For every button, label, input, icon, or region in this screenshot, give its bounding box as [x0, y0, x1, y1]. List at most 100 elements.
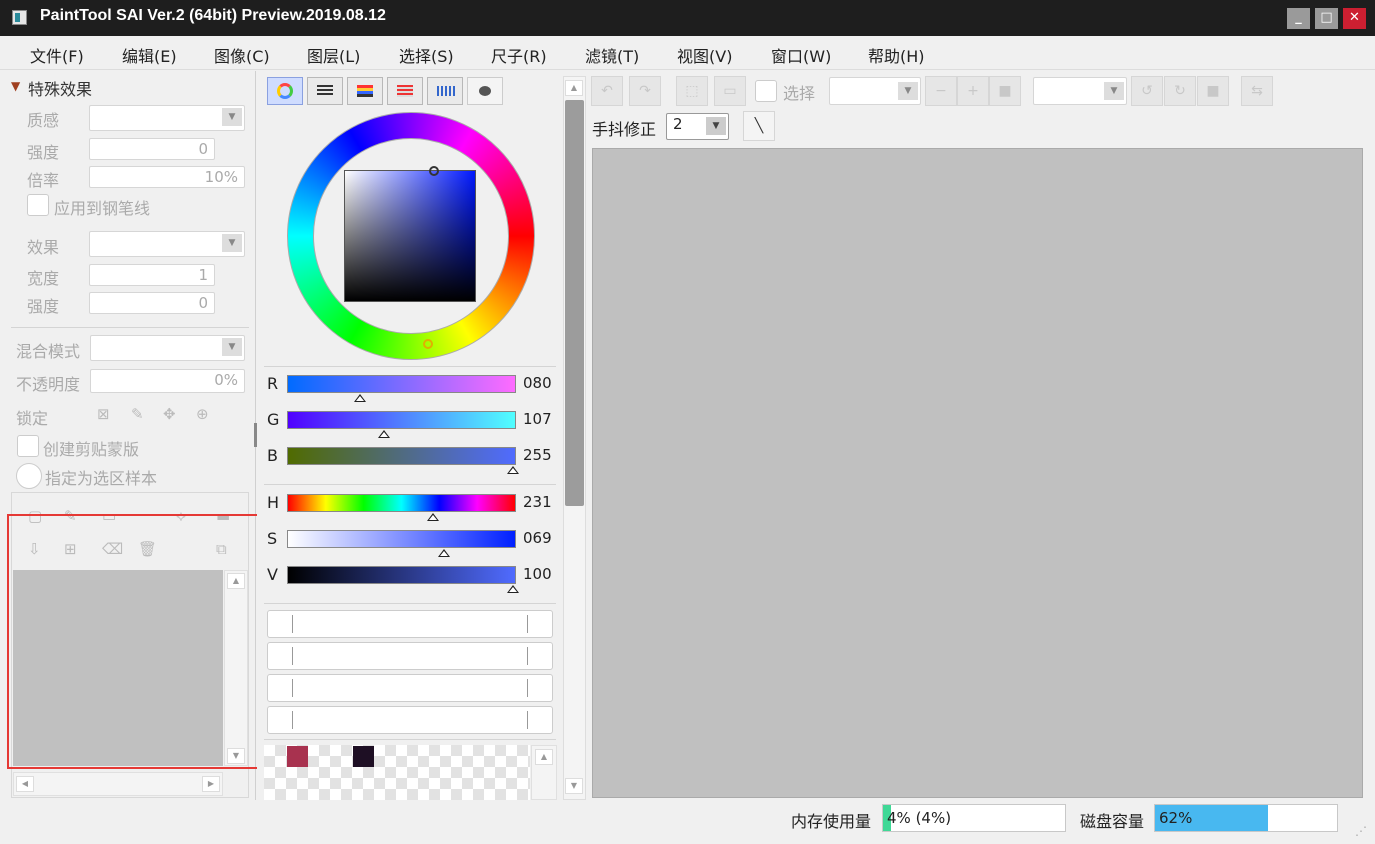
scroll-right-icon[interactable]: ▶: [202, 776, 220, 792]
menu-help[interactable]: 帮助(H): [868, 43, 925, 67]
effects-header[interactable]: 特殊效果: [28, 76, 92, 100]
menu-select[interactable]: 选择(S): [399, 43, 454, 67]
scale-field[interactable]: 10%: [89, 166, 245, 188]
scratchpad-tab[interactable]: [467, 77, 503, 105]
s-value[interactable]: 069: [523, 529, 552, 547]
close-button[interactable]: ✕: [1343, 8, 1366, 29]
clipping-mask-checkbox[interactable]: [17, 435, 39, 457]
blend-mode-label: 混合模式: [16, 342, 81, 361]
saturation-value-square[interactable]: [344, 170, 476, 302]
menu-view[interactable]: 视图(V): [677, 43, 732, 67]
h-slider[interactable]: [287, 494, 516, 512]
lock-paint-icon[interactable]: ✎: [131, 405, 144, 423]
menu-file[interactable]: 文件(F): [30, 43, 84, 67]
collapse-triangle-icon[interactable]: ▼: [11, 79, 20, 93]
s-slider-handle[interactable]: [438, 549, 450, 557]
selection-sample-radio[interactable]: [16, 463, 42, 489]
blend-mode-combo[interactable]: ▼: [90, 335, 245, 361]
opacity-field[interactable]: 0%: [90, 369, 245, 393]
layer-list-hscrollbar[interactable]: [13, 772, 223, 796]
scrollbar-thumb[interactable]: [565, 100, 584, 506]
color-wheel-tab[interactable]: [267, 77, 303, 105]
scroll-up-icon[interactable]: ▲: [535, 749, 553, 765]
hsv-slider-tab[interactable]: [347, 77, 383, 105]
swatch[interactable]: [353, 746, 374, 767]
zoom-out-icon[interactable]: −: [925, 76, 957, 106]
selection-checkbox[interactable]: [755, 80, 777, 102]
lock-transparency-icon[interactable]: ⊠: [97, 405, 110, 423]
maximize-button[interactable]: □: [1315, 8, 1338, 29]
v-slider[interactable]: [287, 566, 516, 584]
rgb-slider-tab[interactable]: [307, 77, 343, 105]
invert-selection-icon[interactable]: ▭: [714, 76, 746, 106]
r-slider-handle[interactable]: [354, 394, 366, 402]
scroll-down-icon[interactable]: ▼: [565, 778, 583, 794]
menu-edit[interactable]: 编辑(E): [122, 43, 177, 67]
rotate-left-icon[interactable]: ↺: [1131, 76, 1163, 106]
r-value[interactable]: 080: [523, 374, 552, 392]
brush-slot-3[interactable]: [267, 674, 553, 702]
flip-horizontal-icon[interactable]: ⇆: [1241, 76, 1273, 106]
menu-bar: 文件(F) 编辑(E) 图像(C) 图层(L) 选择(S) 尺子(R) 滤镜(T…: [0, 36, 1375, 70]
apply-pen-checkbox[interactable]: [27, 194, 49, 216]
b-slider-handle[interactable]: [507, 466, 519, 474]
scroll-up-icon[interactable]: ▲: [565, 80, 583, 96]
scale-label: 倍率: [27, 171, 60, 190]
v-slider-handle[interactable]: [507, 585, 519, 593]
strength2-field[interactable]: 0: [89, 292, 215, 314]
rotation-combo[interactable]: ▼: [1033, 77, 1127, 105]
v-value[interactable]: 100: [523, 565, 552, 583]
menu-layer[interactable]: 图层(L): [307, 43, 360, 67]
divider: [264, 603, 556, 604]
chevron-down-icon: ▼: [1104, 82, 1124, 100]
menu-image[interactable]: 图像(C): [214, 43, 270, 67]
brush-slot-2[interactable]: [267, 642, 553, 670]
texture-label: 质感: [27, 111, 60, 130]
menu-ruler[interactable]: 尺子(R): [491, 43, 547, 67]
r-slider[interactable]: [287, 375, 516, 393]
h-value[interactable]: 231: [523, 493, 552, 511]
b-value[interactable]: 255: [523, 446, 552, 464]
strength2-label: 强度: [27, 297, 60, 316]
b-slider[interactable]: [287, 447, 516, 465]
brush-slot-1[interactable]: [267, 610, 553, 638]
g-slider[interactable]: [287, 411, 516, 429]
lock-all-icon[interactable]: ⊕: [196, 405, 209, 423]
swatches-tab[interactable]: [427, 77, 463, 105]
redo-icon[interactable]: ↷: [629, 76, 661, 106]
menu-filter[interactable]: 滤镜(T): [585, 43, 639, 67]
divider: [264, 739, 556, 740]
zoom-in-icon[interactable]: +: [957, 76, 989, 106]
sv-marker[interactable]: [429, 166, 439, 176]
mixer-tab[interactable]: [387, 77, 423, 105]
rotate-right-icon[interactable]: ↻: [1164, 76, 1196, 106]
scroll-left-icon[interactable]: ◀: [16, 776, 34, 792]
app-icon: [12, 10, 27, 25]
drawing-canvas[interactable]: [592, 148, 1363, 798]
g-slider-handle[interactable]: [378, 430, 390, 438]
h-slider-handle[interactable]: [427, 513, 439, 521]
memory-usage-label: 内存使用量: [791, 812, 872, 831]
g-value[interactable]: 107: [523, 410, 552, 428]
effect-combo[interactable]: ▼: [89, 231, 245, 257]
minimize-button[interactable]: _: [1287, 8, 1310, 29]
menu-window[interactable]: 窗口(W): [771, 43, 831, 67]
zoom-combo[interactable]: ▼: [829, 77, 921, 105]
undo-icon[interactable]: ↶: [591, 76, 623, 106]
hue-marker[interactable]: [423, 339, 433, 349]
zoom-reset-icon[interactable]: ■: [989, 76, 1021, 106]
disk-capacity-meter: 62%: [1154, 804, 1338, 832]
width-field[interactable]: 1: [89, 264, 215, 286]
s-slider[interactable]: [287, 530, 516, 548]
resize-grip-icon[interactable]: ⋰: [1355, 824, 1367, 838]
pen-pressure-line-icon[interactable]: ╲: [743, 111, 775, 141]
lock-move-icon[interactable]: ✥: [163, 405, 176, 423]
deselect-icon[interactable]: ⬚: [676, 76, 708, 106]
swatch[interactable]: [287, 746, 308, 767]
rotate-reset-icon[interactable]: ■: [1197, 76, 1229, 106]
stabilizer-combo[interactable]: 2 ▼: [666, 113, 729, 140]
brush-slot-4[interactable]: [267, 706, 553, 734]
divider: [264, 484, 556, 485]
strength-field[interactable]: 0: [89, 138, 215, 160]
texture-combo[interactable]: ▼: [89, 105, 245, 131]
